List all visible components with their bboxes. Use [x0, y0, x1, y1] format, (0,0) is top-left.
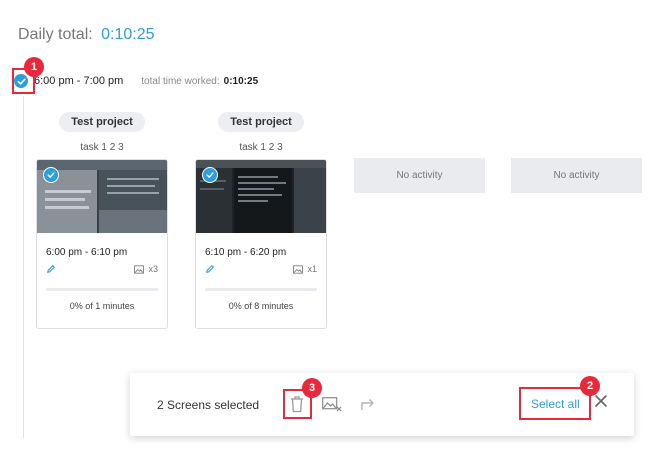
screenshot-checkbox[interactable] [43, 167, 59, 183]
time-range: 6:00 pm - 7:00 pm [34, 75, 124, 87]
selection-count-text: 2 Screens selected [157, 398, 260, 412]
daily-total-value: 0:10:25 [101, 26, 155, 43]
time-row-header: 6:00 pm - 7:00 pm total time worked: 0:1… [14, 72, 258, 90]
callout-badge: 1 [24, 57, 44, 77]
screenshot-thumbnail[interactable] [37, 160, 167, 233]
activity-progress-text: 0% of 8 minutes [228, 301, 294, 311]
screenshot-tile[interactable]: 6:10 pm - 6:20 pm x1 0% of 8 minutes [195, 159, 327, 329]
activity-progress-bar [205, 288, 317, 291]
close-icon[interactable] [594, 394, 608, 413]
activity-progress-text: 0% of 1 minutes [69, 301, 135, 311]
activity-progress-bar [46, 288, 158, 291]
screenshot-time: 6:00 pm - 6:10 pm [46, 247, 128, 258]
screenshot-thumbnail[interactable] [196, 160, 326, 233]
image-icon [134, 264, 145, 274]
move-arrow-icon[interactable] [360, 396, 376, 412]
task-label: task 1 2 3 [239, 142, 283, 153]
screenshots-count-value: x3 [148, 264, 158, 274]
screenshots-count-value: x1 [307, 264, 317, 274]
timeline-line [23, 96, 24, 438]
pencil-icon[interactable] [205, 264, 215, 274]
screenshot-card: Test project task 1 2 3 6:10 pm - 6:20 p… [195, 112, 327, 329]
project-pill: Test project [218, 112, 304, 132]
pencil-icon[interactable] [46, 264, 56, 274]
screenshot-time: 6:10 pm - 6:20 pm [205, 247, 287, 258]
check-icon [206, 172, 214, 178]
task-label: task 1 2 3 [80, 142, 124, 153]
screenshot-tile[interactable]: 6:00 pm - 6:10 pm x3 0% of 1 minutes [36, 159, 168, 329]
callout-badge: 2 [580, 376, 600, 396]
screenshots-count: x3 [134, 264, 158, 274]
image-remove-icon[interactable] [322, 397, 342, 412]
callout-badge: 3 [302, 378, 322, 398]
no-activity-slot: No activity [511, 158, 642, 193]
total-time-value: 0:10:25 [223, 75, 259, 87]
daily-total: Daily total: 0:10:25 [18, 26, 155, 44]
screenshot-checkbox[interactable] [202, 167, 218, 183]
daily-total-label: Daily total: [18, 26, 93, 43]
image-icon [293, 264, 304, 274]
highlight-box-select-all [519, 387, 591, 420]
no-activity-slot: No activity [354, 158, 485, 193]
screenshots-count: x1 [293, 264, 317, 274]
total-time-label: total time worked: [141, 75, 220, 87]
screenshot-card: Test project task 1 2 3 6:00 pm - 6:10 p… [36, 112, 168, 329]
check-icon [47, 172, 55, 178]
project-pill: Test project [59, 112, 145, 132]
